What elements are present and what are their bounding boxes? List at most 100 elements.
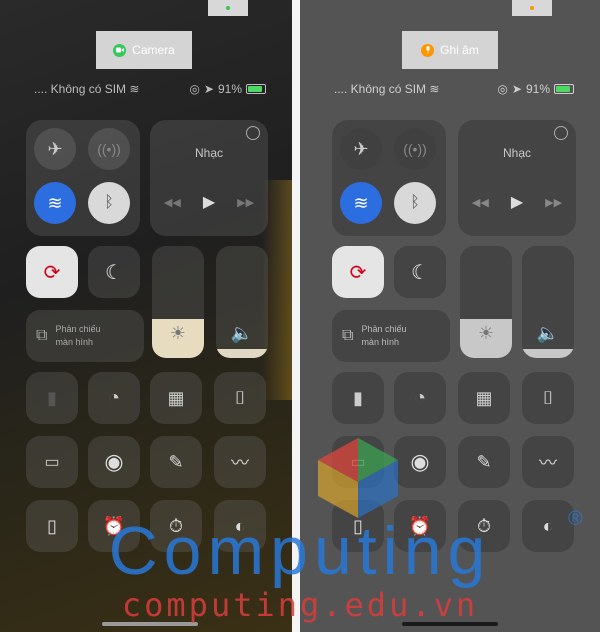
wifi-icon: ≋ (353, 192, 369, 213)
calculator-button[interactable]: ▦ (150, 372, 202, 424)
airplane-icon: ✈ (353, 138, 369, 159)
notes-icon: ✎ (476, 451, 492, 472)
home-indicator[interactable] (402, 622, 498, 626)
status-bar: .... Không có SIM ≋ ◎ ➤ 91% (300, 82, 600, 96)
mirroring-line1: Phản chiếu (55, 324, 101, 334)
next-track-icon[interactable]: ▶▶ (545, 196, 562, 209)
notes-button[interactable]: ✎ (458, 436, 510, 488)
timer-button[interactable]: ◔ (394, 372, 446, 424)
battery-saver-icon: ▭ (44, 454, 60, 471)
cellular-data-toggle[interactable]: ((•)) (394, 128, 436, 170)
flashlight-button[interactable]: ▮ (332, 372, 384, 424)
stopwatch-icon: ⏱ (476, 515, 492, 536)
do-not-disturb-toggle[interactable]: ☾ (394, 246, 446, 298)
orientation-lock-toggle[interactable]: ⟳ (26, 246, 78, 298)
screen-mirroring-button[interactable]: ⧉ Phản chiếu màn hình (332, 310, 450, 362)
bluetooth-toggle[interactable]: ᛒ (394, 182, 436, 224)
dark-mode-icon: ◐ (542, 515, 554, 536)
music-tile[interactable]: Nhạc ◀◀ ▶ ▶▶ (458, 120, 576, 236)
orientation-lock-toggle[interactable]: ⟳ (332, 246, 384, 298)
home-indicator[interactable] (102, 622, 198, 626)
flashlight-button[interactable]: ▮ (26, 372, 78, 424)
screen-mirroring-icon: ⧉ (342, 327, 354, 344)
watermark-registered: ® (568, 508, 583, 530)
dark-mode-button[interactable]: ◐ (522, 500, 574, 552)
previous-track-icon[interactable]: ◀◀ (472, 196, 489, 209)
screen-recording-button[interactable]: ◉ (394, 436, 446, 488)
timer-icon: ◔ (107, 386, 121, 409)
wifi-status-icon: ≋ (129, 82, 140, 96)
camera-button[interactable]: ⌷ (214, 372, 266, 424)
voice-memos-button[interactable]: 〰 (522, 436, 574, 488)
indicator-area (512, 0, 552, 16)
battery-percent: 91% (525, 82, 550, 96)
bluetooth-icon: ᛒ (104, 194, 114, 211)
remote-icon: ▯ (353, 515, 363, 536)
brightness-slider[interactable]: ☀ (152, 246, 204, 358)
camera-app-icon: ⌷ (234, 387, 246, 408)
volume-level (522, 349, 574, 358)
screen-recording-button[interactable]: ◉ (88, 436, 140, 488)
apple-tv-remote-button[interactable]: ▯ (26, 500, 78, 552)
low-power-button[interactable]: ▭ (26, 436, 78, 488)
next-track-icon[interactable]: ▶▶ (237, 196, 254, 209)
camera-button[interactable]: ⌷ (522, 372, 574, 424)
watermark-logo-icon (318, 438, 398, 518)
airplane-mode-toggle[interactable]: ✈ (340, 128, 382, 170)
orientation-lock-status-icon: ◎ (497, 82, 508, 96)
alarm-button[interactable]: ⏰ (394, 500, 446, 552)
orientation-lock-status-icon: ◎ (189, 82, 200, 96)
connectivity-tile: ✈ ((•)) ≋ ᛒ (26, 120, 140, 236)
airplane-mode-toggle[interactable]: ✈ (34, 128, 76, 170)
wifi-toggle[interactable]: ≋ (340, 182, 382, 224)
carrier-label: .... Không có SIM ≋ (334, 82, 440, 96)
calculator-button[interactable]: ▦ (458, 372, 510, 424)
screenshot-divider (292, 0, 300, 632)
screen-mirroring-button[interactable]: ⧉ Phản chiếu màn hình (26, 310, 144, 362)
battery-percent: 91% (217, 82, 242, 96)
sun-icon: ☀ (477, 323, 495, 343)
bluetooth-toggle[interactable]: ᛒ (88, 182, 130, 224)
speaker-icon: 🔈 (536, 323, 560, 343)
airplay-icon[interactable] (246, 126, 260, 140)
timer-button[interactable]: ◔ (88, 372, 140, 424)
play-icon[interactable]: ▶ (203, 192, 215, 212)
camera-app-icon: ⌷ (542, 387, 554, 408)
stopwatch-button[interactable]: ⏱ (458, 500, 510, 552)
dark-mode-button[interactable]: ◐ (214, 500, 266, 552)
alarm-icon: ⏰ (102, 515, 126, 536)
music-title: Nhạc (502, 146, 531, 160)
notes-button[interactable]: ✎ (150, 436, 202, 488)
alarm-icon: ⏰ (408, 515, 432, 536)
wifi-toggle[interactable]: ≋ (34, 182, 76, 224)
mirroring-line1: Phản chiếu (361, 324, 407, 334)
speaker-icon: 🔈 (230, 323, 254, 343)
volume-slider[interactable]: 🔈 (216, 246, 268, 358)
camera-in-use-pill: Camera (96, 31, 192, 69)
record-icon: ◉ (410, 449, 430, 474)
microphone-icon (421, 43, 435, 57)
previous-track-icon[interactable]: ◀◀ (164, 196, 181, 209)
music-title: Nhạc (194, 146, 223, 160)
battery-icon (554, 84, 574, 94)
do-not-disturb-toggle[interactable]: ☾ (88, 246, 140, 298)
airplay-icon[interactable] (554, 126, 568, 140)
volume-slider[interactable]: 🔈 (522, 246, 574, 358)
music-tile[interactable]: Nhạc ◀◀ ▶ ▶▶ (150, 120, 268, 236)
flashlight-icon: ▮ (47, 387, 57, 408)
stopwatch-icon: ⏱ (168, 515, 184, 536)
alarm-button[interactable]: ⏰ (88, 500, 140, 552)
location-icon: ➤ (203, 82, 214, 96)
moon-icon: ☾ (105, 261, 123, 284)
cellular-data-toggle[interactable]: ((•)) (88, 128, 130, 170)
screen-mirroring-icon: ⧉ (36, 327, 48, 344)
wifi-status-icon: ≋ (429, 82, 440, 96)
play-icon[interactable]: ▶ (511, 192, 523, 212)
stopwatch-button[interactable]: ⏱ (150, 500, 202, 552)
brightness-slider[interactable]: ☀ (460, 246, 512, 358)
voice-memos-button[interactable]: 〰 (214, 436, 266, 488)
pill-label: Camera (132, 43, 175, 57)
status-bar: .... Không có SIM ≋ ◎ ➤ 91% (0, 82, 292, 96)
microphone-indicator-dot (530, 6, 534, 10)
battery-icon (246, 84, 266, 94)
